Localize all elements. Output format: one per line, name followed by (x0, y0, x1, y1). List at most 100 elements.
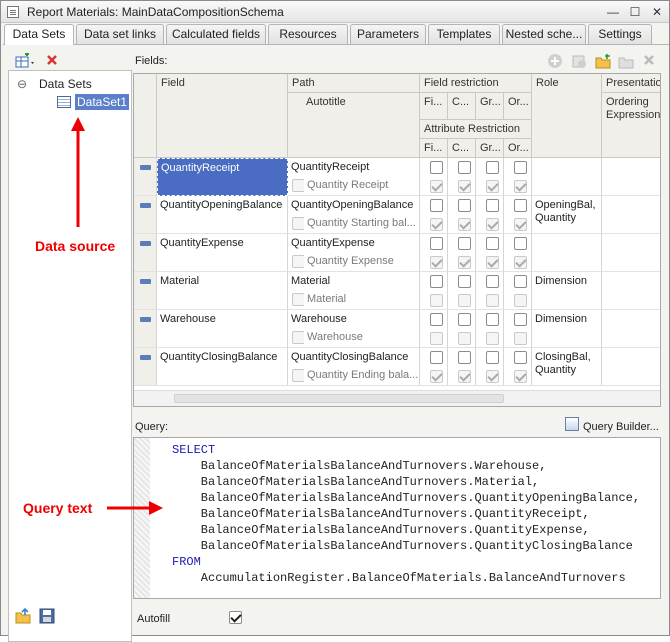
restriction-checkbox[interactable] (514, 199, 527, 212)
maximize-button[interactable]: ☐ (627, 5, 643, 19)
attribute-restriction-checkbox[interactable] (430, 256, 443, 269)
row-marker[interactable] (134, 196, 157, 234)
delete-icon[interactable] (45, 53, 61, 69)
attribute-restriction-checkbox[interactable] (430, 294, 443, 307)
field-name-cell[interactable]: Warehouse (157, 310, 288, 348)
presentation-cell[interactable] (602, 158, 660, 196)
restriction-checkbox[interactable] (458, 237, 471, 250)
restriction-checkbox[interactable] (458, 351, 471, 364)
attribute-restriction-checkbox[interactable] (486, 332, 499, 345)
attribute-restriction-checkbox[interactable] (486, 218, 499, 231)
restriction-checkbox[interactable] (486, 351, 499, 364)
restriction-checkbox[interactable] (486, 313, 499, 326)
restriction-checkbox[interactable] (486, 275, 499, 288)
tab-settings[interactable]: Settings (588, 24, 652, 44)
add-folder-field-icon[interactable] (571, 53, 587, 69)
restriction-checkbox[interactable] (514, 313, 527, 326)
attribute-restriction-checkbox[interactable] (430, 370, 443, 383)
attribute-restriction-checkbox[interactable] (486, 256, 499, 269)
remove-field-icon[interactable] (642, 53, 658, 69)
horizontal-scrollbar[interactable] (134, 390, 660, 406)
attribute-restriction-checkbox[interactable] (514, 294, 527, 307)
restriction-checkbox[interactable] (514, 351, 527, 364)
attribute-restriction-checkbox[interactable] (514, 256, 527, 269)
attribute-restriction-checkbox[interactable] (514, 180, 527, 193)
query-builder-button[interactable]: Query Builder... (583, 421, 659, 433)
close-button[interactable]: ✕ (649, 5, 665, 19)
tree-item-dataset1[interactable]: DataSet1 (75, 94, 130, 110)
header-restr-col-3[interactable]: Gr... (476, 93, 504, 120)
header-path[interactable]: Path (288, 74, 420, 93)
restriction-checkbox[interactable] (486, 161, 499, 174)
row-marker[interactable] (134, 234, 157, 272)
attribute-restriction-checkbox[interactable] (458, 218, 471, 231)
presentation-cell[interactable] (602, 234, 660, 272)
field-name-cell[interactable]: QuantityClosingBalance (157, 348, 288, 386)
scroll-thumb[interactable] (174, 394, 504, 403)
header-attr-col-4[interactable]: Or... (504, 139, 532, 158)
role-cell[interactable]: ClosingBal, Quantity (532, 348, 602, 386)
row-marker[interactable] (134, 272, 157, 310)
header-attr-col-1[interactable]: Fi... (420, 139, 448, 158)
tree-root-data-sets[interactable]: Data Sets (39, 77, 92, 91)
presentation-cell[interactable] (602, 196, 660, 234)
restriction-checkbox[interactable] (458, 313, 471, 326)
attribute-restriction-checkbox[interactable] (514, 370, 527, 383)
new-folder-icon[interactable] (595, 53, 611, 69)
field-name-cell[interactable]: Material (157, 272, 288, 310)
tab-templates[interactable]: Templates (428, 24, 500, 44)
header-field[interactable]: Field (157, 74, 288, 158)
tab-resources[interactable]: Resources (268, 24, 348, 44)
header-presentation[interactable]: Presentatio... (602, 74, 660, 93)
attribute-restriction-checkbox[interactable] (486, 370, 499, 383)
attribute-restriction-checkbox[interactable] (514, 332, 527, 345)
attribute-restriction-checkbox[interactable] (458, 294, 471, 307)
attribute-restriction-checkbox[interactable] (486, 294, 499, 307)
attribute-restriction-checkbox[interactable] (430, 218, 443, 231)
header-attr-col-2[interactable]: C... (448, 139, 476, 158)
restriction-checkbox[interactable] (430, 161, 443, 174)
attribute-restriction-checkbox[interactable] (430, 180, 443, 193)
restriction-checkbox[interactable] (514, 275, 527, 288)
header-role[interactable]: Role (532, 74, 602, 158)
attribute-restriction-checkbox[interactable] (458, 332, 471, 345)
restriction-checkbox[interactable] (430, 237, 443, 250)
restriction-checkbox[interactable] (514, 161, 527, 174)
attribute-restriction-checkbox[interactable] (514, 218, 527, 231)
role-cell[interactable]: Dimension (532, 310, 602, 348)
field-name-cell[interactable]: QuantityOpeningBalance (157, 196, 288, 234)
restriction-checkbox[interactable] (514, 237, 527, 250)
header-restr-col-1[interactable]: Fi... (420, 93, 448, 120)
attribute-restriction-checkbox[interactable] (458, 256, 471, 269)
row-marker[interactable] (134, 348, 157, 386)
attribute-restriction-checkbox[interactable] (430, 332, 443, 345)
query-text[interactable]: SELECT BalanceOfMaterialsBalanceAndTurno… (172, 442, 640, 586)
restriction-checkbox[interactable] (430, 275, 443, 288)
field-name-cell[interactable]: QuantityReceipt (157, 158, 288, 196)
presentation-cell[interactable] (602, 348, 660, 386)
restriction-checkbox[interactable] (486, 199, 499, 212)
save-icon[interactable] (39, 608, 55, 624)
row-marker[interactable] (134, 310, 157, 348)
attribute-restriction-checkbox[interactable] (458, 370, 471, 383)
presentation-cell[interactable] (602, 272, 660, 310)
minimize-button[interactable]: — (605, 5, 621, 19)
role-cell[interactable] (532, 234, 602, 272)
tab-data-set-links[interactable]: Data set links (76, 24, 164, 44)
attribute-restriction-checkbox[interactable] (486, 180, 499, 193)
field-name-cell[interactable]: QuantityExpense (157, 234, 288, 272)
open-file-icon[interactable] (15, 607, 31, 624)
header-restr-col-4[interactable]: Or... (504, 93, 532, 120)
autofill-checkbox[interactable] (229, 611, 242, 624)
query-editor[interactable]: SELECT BalanceOfMaterialsBalanceAndTurno… (133, 437, 661, 599)
restriction-checkbox[interactable] (458, 275, 471, 288)
restriction-checkbox[interactable] (458, 199, 471, 212)
add-dataset-icon[interactable] (15, 52, 34, 69)
attribute-restriction-checkbox[interactable] (458, 180, 471, 193)
restriction-checkbox[interactable] (430, 199, 443, 212)
header-ordering-expressions[interactable]: Ordering Expressions (602, 93, 660, 158)
header-attr-col-3[interactable]: Gr... (476, 139, 504, 158)
tab-data-sets[interactable]: Data Sets (4, 24, 74, 45)
restriction-checkbox[interactable] (486, 237, 499, 250)
restriction-checkbox[interactable] (430, 313, 443, 326)
